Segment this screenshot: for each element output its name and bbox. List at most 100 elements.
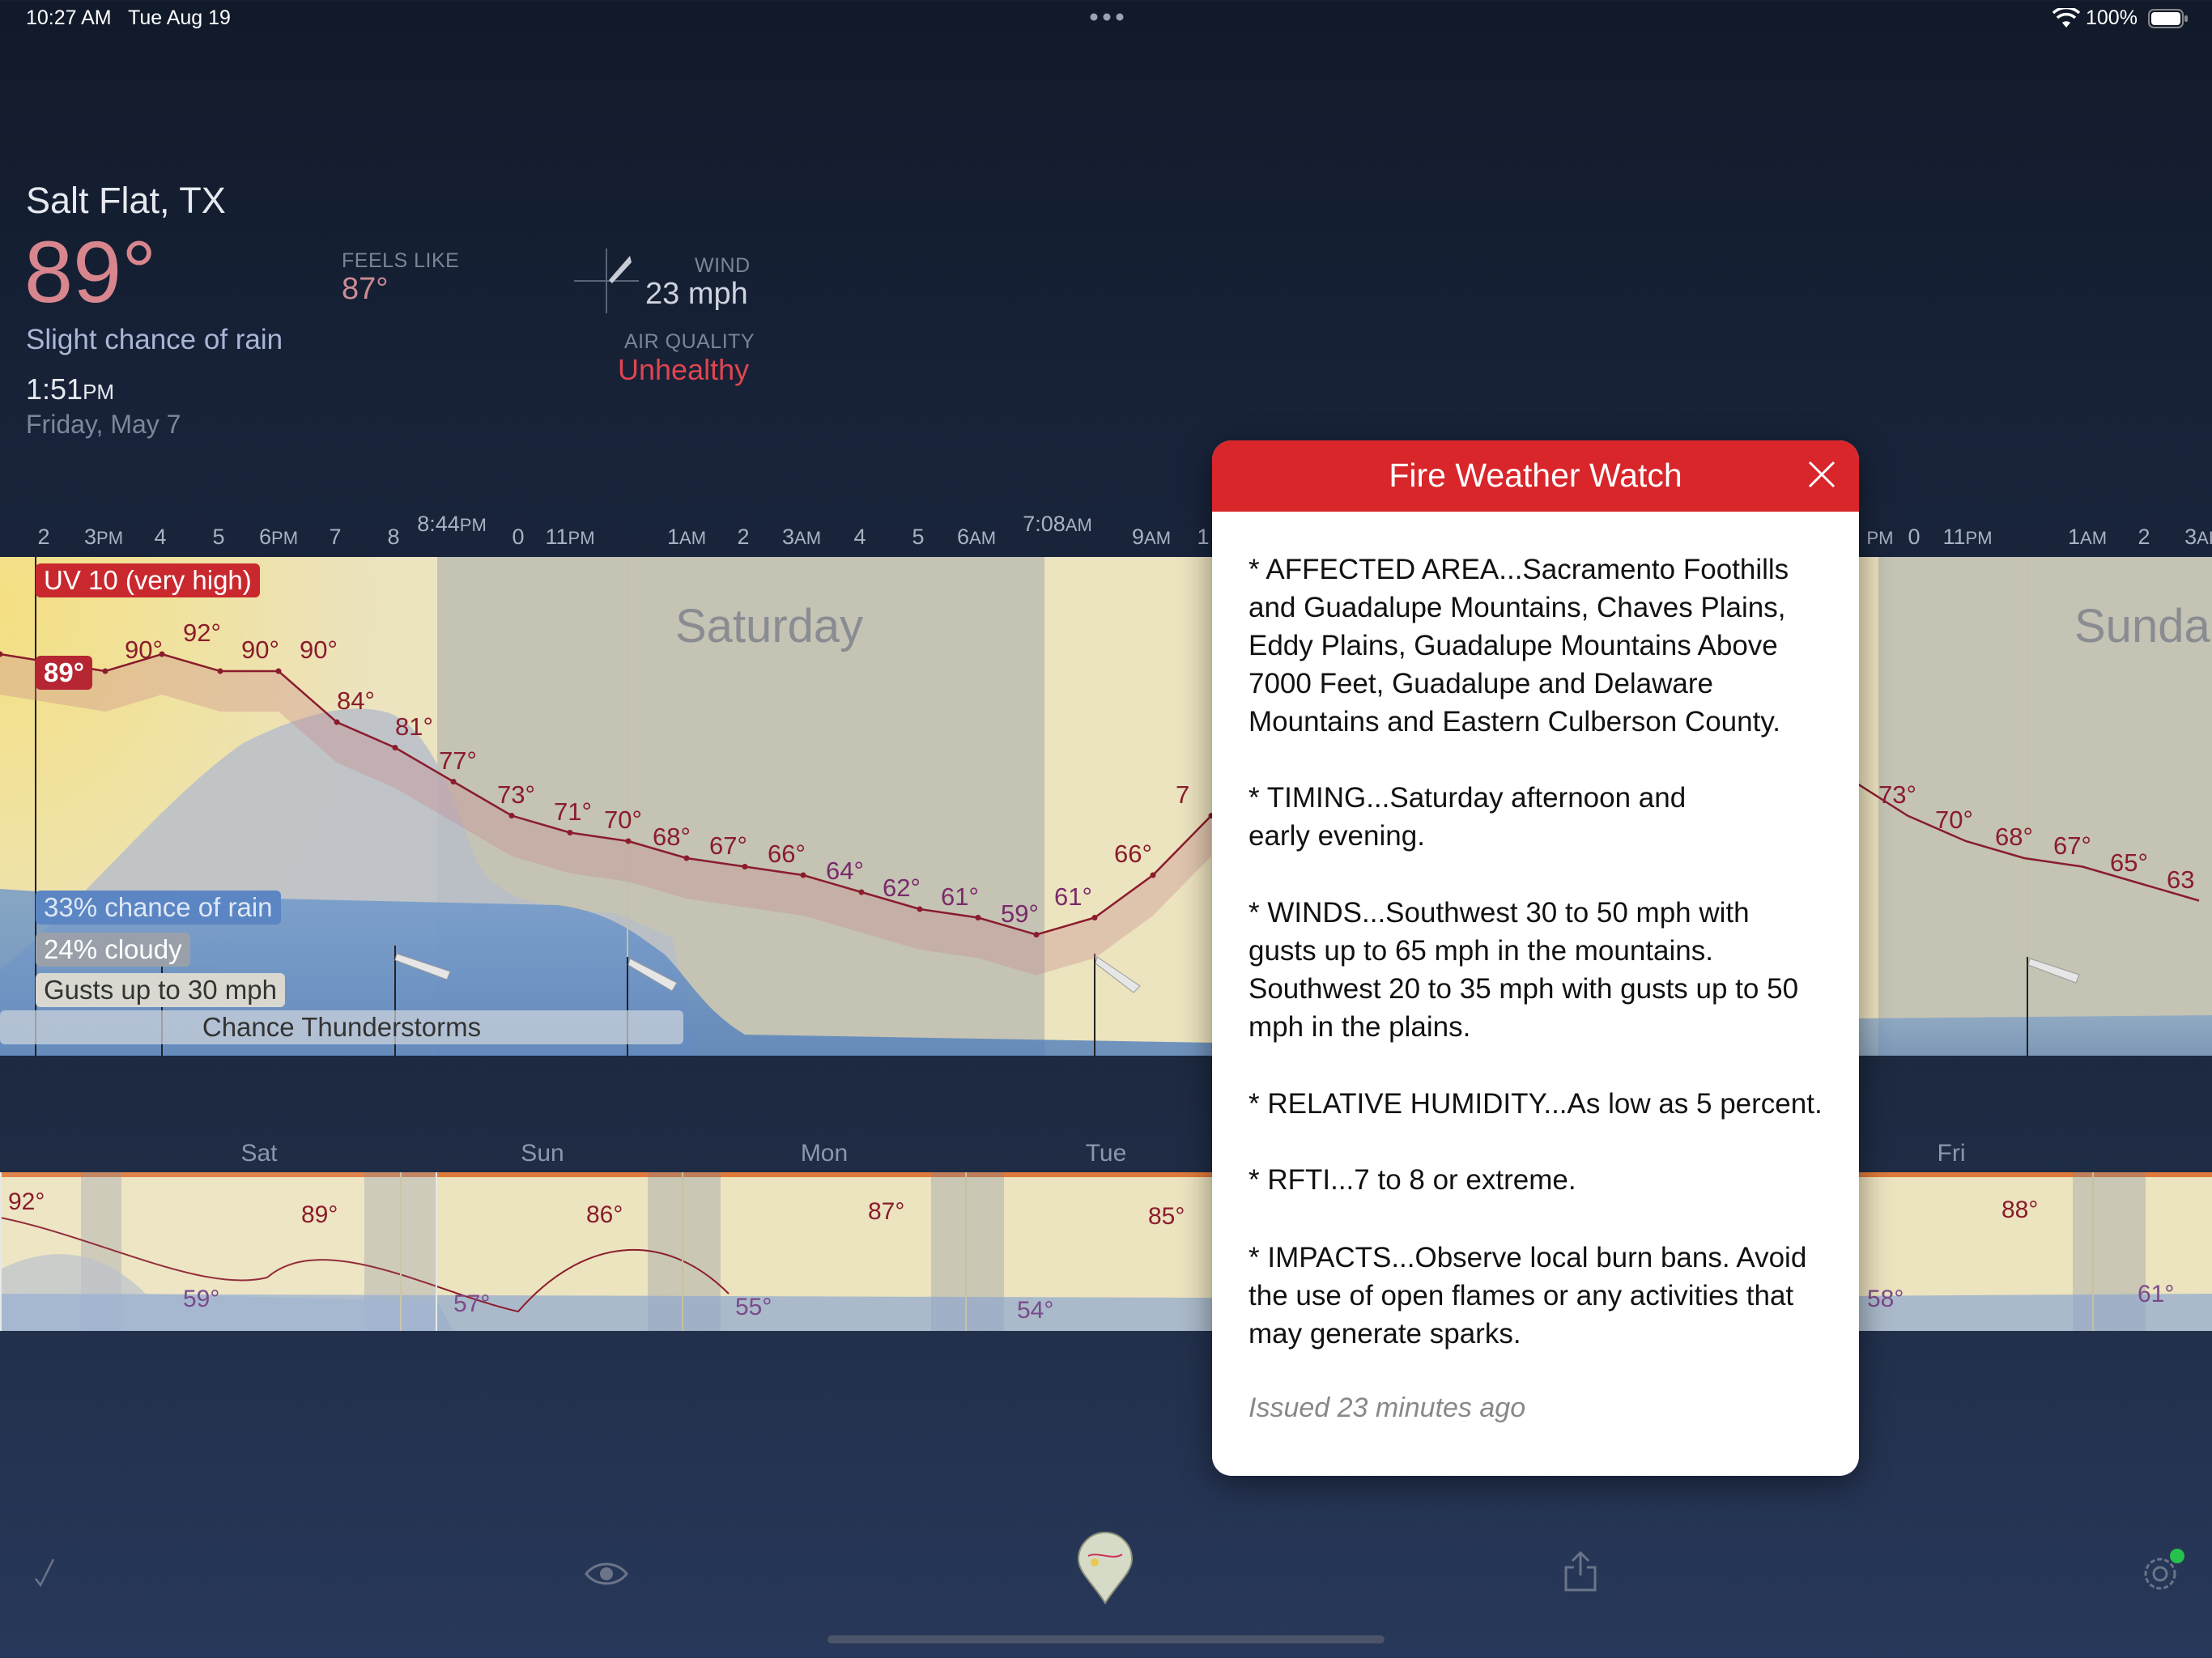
alert-timing: * TIMING...Saturday afternoon and early … <box>1249 782 1687 852</box>
location-title[interactable]: Salt Flat, TX <box>26 180 226 222</box>
time-tick: 2 <box>37 525 50 549</box>
time-tick: 5 <box>212 525 225 549</box>
time-tick: 9AM <box>1131 525 1172 549</box>
daily-low-label: 58° <box>1867 1286 1904 1312</box>
alert-impacts: * IMPACTS...Observe local burn bans. Avo… <box>1249 1242 1807 1350</box>
hourly-temp-label: 7 <box>1176 780 1190 809</box>
daily-low-label: 57° <box>453 1290 491 1317</box>
hourly-temp-label: 73° <box>497 780 535 809</box>
time-tick: 11PM <box>545 525 595 549</box>
time-tick: 2 <box>2138 525 2150 549</box>
time-tick: 2 <box>737 525 750 549</box>
temperature-point <box>217 668 223 674</box>
daily-high-label: 87° <box>868 1198 905 1225</box>
status-time: 10:27 AM <box>26 6 112 29</box>
eye-icon[interactable] <box>585 1559 628 1592</box>
week-day-label[interactable]: Tue <box>1086 1140 1127 1167</box>
temperature-point <box>683 855 690 861</box>
temperature-point <box>334 719 340 725</box>
battery-percent: 100% <box>2086 6 2138 29</box>
daily-high-label: 85° <box>1148 1203 1185 1230</box>
temperature-point <box>392 745 398 750</box>
hourly-temp-label: 63 <box>2167 865 2195 894</box>
alert-humidity: * RELATIVE HUMIDITY...As low as 5 percen… <box>1249 1088 1823 1120</box>
temperature-point <box>450 779 457 784</box>
time-tick: 11PM <box>1942 525 1993 549</box>
time-tick: 7:08AM <box>1023 512 1092 536</box>
fire-weather-watch-dialog: Fire Weather Watch * AFFECTED AREA...Sac… <box>1212 440 1859 1476</box>
week-day-label[interactable]: Mon <box>801 1140 848 1167</box>
settings-icon[interactable] <box>2138 1548 2186 1601</box>
daily-low-label: 59° <box>183 1286 220 1312</box>
week-day-label[interactable]: Sun <box>521 1140 564 1167</box>
temperature-point <box>858 889 865 895</box>
hourly-temp-label: 84° <box>337 687 375 715</box>
time-tick: 7 <box>329 525 342 549</box>
temperature-point <box>625 838 632 844</box>
day-label-sunday: Sunda <box>2074 600 2210 653</box>
hourly-temp-label: 90° <box>300 636 338 664</box>
hourly-temp-label: 70° <box>1935 806 1973 834</box>
time-tick: 1AM <box>2067 525 2108 549</box>
map-pin-icon[interactable] <box>1077 1532 1134 1609</box>
time-tick: 4 <box>154 525 167 549</box>
wind-gusts-badge: Gusts up to 30 mph <box>36 973 285 1007</box>
daily-low-label: 54° <box>1017 1297 1054 1324</box>
week-day-label[interactable]: Fri <box>1938 1140 1966 1167</box>
uv-index-badge: UV 10 (very high) <box>36 563 260 597</box>
hourly-temp-label: 71° <box>554 797 592 826</box>
daily-high-label: 89° <box>301 1201 338 1228</box>
daily-high-label: 88° <box>2001 1197 2039 1223</box>
time-tick: 5 <box>912 525 925 549</box>
temperature-point <box>917 906 923 912</box>
daily-high-label: 92° <box>8 1188 45 1215</box>
week-day-label[interactable]: Sat <box>240 1140 277 1167</box>
temperature-point <box>567 830 573 835</box>
hourly-temp-label: 61° <box>941 882 979 911</box>
hourly-temp-label: 68° <box>1995 823 2033 851</box>
hourly-temp-label: 59° <box>1001 899 1039 928</box>
wind-vane-icon <box>570 244 643 321</box>
battery-icon <box>2148 8 2189 33</box>
temperature-point <box>1033 932 1040 937</box>
wifi-icon <box>2052 6 2081 33</box>
temperature-point <box>102 668 108 674</box>
hourly-temp-label: 67° <box>2053 831 2091 860</box>
hourly-temp-label: 73° <box>1878 780 1916 809</box>
alert-affected-area: * AFFECTED AREA...Sacramento Foothills a… <box>1249 554 1789 738</box>
time-tick: 1 <box>1197 525 1210 549</box>
hourly-temp-label: 65° <box>2110 848 2148 877</box>
air-quality-value[interactable]: Unhealthy <box>618 353 749 387</box>
hourly-chart[interactable]: 90° 92° 90° 90° 84° 81° 77° 73° 71° 70° 68° 67° 66° 6… <box>0 557 2212 1056</box>
daily-low-label: 55° <box>735 1294 772 1320</box>
hourly-temp-label: 62° <box>883 874 921 902</box>
time-tick: 3AI <box>2184 525 2212 549</box>
alert-issued-time: Issued 23 minutes ago <box>1249 1392 1526 1423</box>
more-dots-icon[interactable] <box>1088 11 1125 27</box>
temperature-point <box>975 915 981 920</box>
hourly-temp-label: 61° <box>1054 882 1092 911</box>
current-time: 1:51PM <box>26 372 115 406</box>
hourly-temp-label: 77° <box>439 746 477 775</box>
temperature-point <box>275 668 282 674</box>
time-tick: 3PM <box>83 525 124 549</box>
current-temp-badge: 89° <box>36 656 92 690</box>
time-tick: 8:44PM <box>417 512 487 536</box>
time-tick: 6AM <box>956 525 997 549</box>
hourly-temp-label: 66° <box>1114 840 1152 868</box>
air-quality-label: AIR QUALITY <box>624 330 755 353</box>
current-temperature: 89° <box>24 223 157 321</box>
weekly-chart[interactable]: 92° 89° 86° 87° 85° 88° 59° 57° 55° 54° 58° 61° <box>0 1172 2212 1331</box>
home-indicator <box>827 1635 1385 1643</box>
time-tick: 8 <box>387 525 400 549</box>
temperature-point <box>1150 872 1156 878</box>
temperature-point <box>800 872 806 878</box>
dialog-header: Fire Weather Watch <box>1212 440 1859 512</box>
checkmark-icon[interactable] <box>32 1556 57 1592</box>
rain-chance-badge: 33% chance of rain <box>36 891 281 925</box>
close-icon[interactable] <box>1807 460 1836 489</box>
temperature-point <box>508 813 515 818</box>
time-tick: 6PM <box>258 525 299 549</box>
share-icon[interactable] <box>1563 1550 1598 1596</box>
feels-like-value: 87° <box>342 272 389 306</box>
